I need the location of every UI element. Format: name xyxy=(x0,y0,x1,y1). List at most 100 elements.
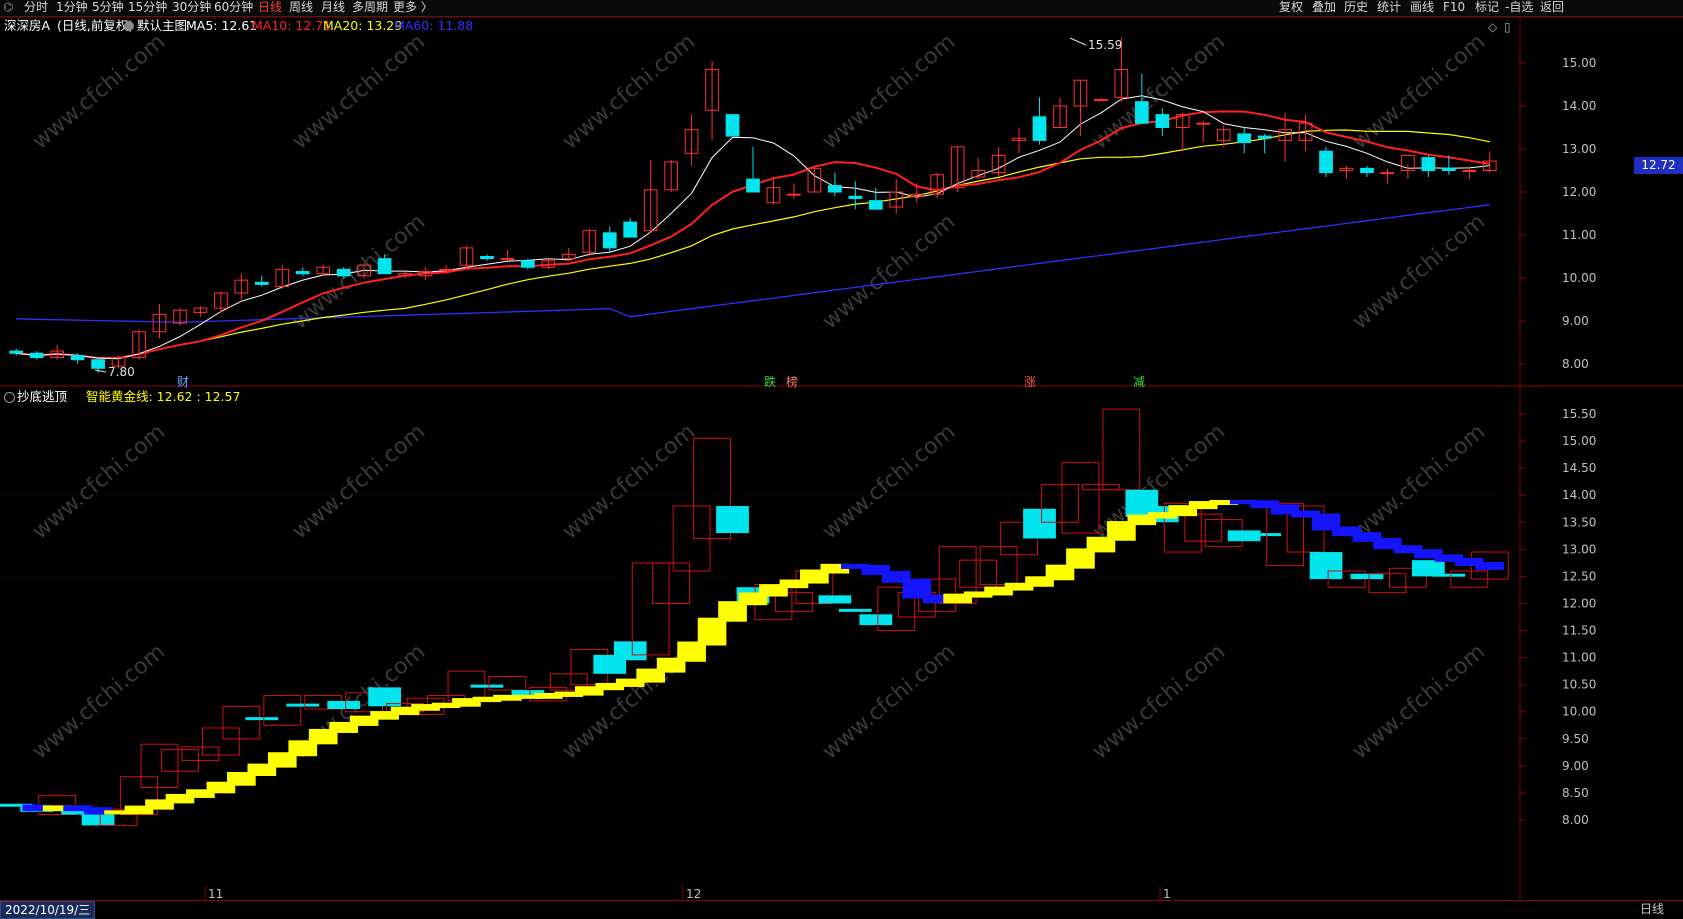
candle-body xyxy=(480,256,494,260)
main-axis-tick-label: 14.00 xyxy=(1562,99,1596,113)
watermark-text: www.cfchi.com xyxy=(818,419,960,544)
candle-body xyxy=(1155,114,1170,128)
sub-cyan-box xyxy=(1350,573,1384,580)
candle-body xyxy=(1196,122,1211,125)
watermark-text: www.cfchi.com xyxy=(288,419,430,544)
low-price-label: 7.80 xyxy=(108,365,135,379)
main-axis-tick-label: 15.00 xyxy=(1562,56,1596,70)
candle-body xyxy=(254,281,269,285)
watermark-text: www.cfchi.com xyxy=(558,419,700,544)
chart-canvas[interactable]: 15.00 14.00 13.00 12.00 11.00 10.00 9.00 8.00 15… xyxy=(0,0,1683,900)
candle-body xyxy=(746,178,760,193)
candle-body xyxy=(623,221,638,238)
candle-body xyxy=(9,350,24,354)
golden-line-segment xyxy=(1475,561,1505,570)
sub-axis-tick-label: 13.50 xyxy=(1562,515,1596,529)
sub-cyan-box xyxy=(1023,508,1056,539)
watermark-text: www.cfchi.com xyxy=(1348,419,1490,544)
sub-cyan-box xyxy=(286,703,320,707)
main-axis-tick-label: 8.00 xyxy=(1562,357,1589,371)
event-marker: 榜 xyxy=(786,374,798,389)
sub-axis-tick-label: 10.00 xyxy=(1562,705,1596,719)
watermark-text: www.cfchi.com xyxy=(1348,639,1490,764)
candle-body xyxy=(1237,133,1252,144)
candle-body xyxy=(1421,157,1436,172)
sub-axis-tick-label: 14.00 xyxy=(1562,488,1596,502)
sub-cyan-box xyxy=(81,814,115,826)
ma5-line xyxy=(16,95,1490,360)
sub-axis-tick-label: 12.00 xyxy=(1562,596,1596,610)
sub-cyan-box xyxy=(1309,552,1343,580)
watermark-text: www.cfchi.com xyxy=(558,29,700,154)
candle-body xyxy=(868,200,883,210)
low-pointer xyxy=(94,369,107,373)
sub-red-box xyxy=(1102,408,1141,491)
sub-red-box xyxy=(631,562,670,656)
candle-body xyxy=(725,114,740,137)
sub-cyan-box xyxy=(613,641,647,661)
candle-body xyxy=(377,258,392,275)
date-cursor-label: 2022/10/19/三 xyxy=(0,901,96,919)
watermark-text: www.cfchi.com xyxy=(28,639,170,764)
sub-cyan-box xyxy=(1248,533,1282,537)
candle-body xyxy=(1032,116,1047,141)
sub-red-box xyxy=(488,676,527,691)
ma60-line xyxy=(16,204,1490,323)
candle-body xyxy=(336,268,351,277)
candle-body xyxy=(1094,99,1108,102)
high-price-label: 15.59 xyxy=(1088,38,1122,52)
candle-body xyxy=(787,193,801,196)
month-label: 11 xyxy=(208,887,223,900)
sub-red-box xyxy=(652,562,691,604)
sub-cyan-box xyxy=(716,506,749,534)
diamond-icon: ◇ xyxy=(1488,20,1498,34)
watermark-text: www.cfchi.com xyxy=(28,29,170,154)
main-axis-tick-label: 12.00 xyxy=(1562,185,1596,199)
sub-cyan-box xyxy=(859,614,893,626)
watermark-text: www.cfchi.com xyxy=(818,29,960,154)
candle-body xyxy=(1360,167,1374,174)
sub-axis-tick-label: 13.00 xyxy=(1562,542,1596,556)
sub-axis-tick-label: 11.00 xyxy=(1562,651,1596,665)
sub-axis-tick-label: 9.50 xyxy=(1562,732,1589,746)
sub-cyan-box xyxy=(470,684,504,688)
sub-axis-tick-label: 8.00 xyxy=(1562,813,1589,827)
sub-red-box xyxy=(979,546,1018,586)
sub-axis-tick-label: 15.00 xyxy=(1562,434,1596,448)
sub-red-box xyxy=(1184,513,1223,542)
watermark-text: www.cfchi.com xyxy=(28,419,170,544)
watermark-text: www.cfchi.com xyxy=(288,29,430,154)
sub-red-box xyxy=(959,559,998,588)
candle-body xyxy=(828,185,842,193)
watermark-text: www.cfchi.com xyxy=(1348,209,1490,334)
watermark-text: www.cfchi.com xyxy=(1348,29,1490,154)
watermark-text: www.cfchi.com xyxy=(1088,639,1230,764)
sub-cyan-box xyxy=(1432,573,1466,577)
sub-red-box xyxy=(222,705,261,740)
period-label[interactable]: 日线 xyxy=(1640,901,1664,917)
candle-body xyxy=(1441,167,1456,172)
candle-body xyxy=(439,268,453,271)
candle-body xyxy=(848,195,863,199)
event-marker: 减 xyxy=(1133,375,1145,389)
candle-body xyxy=(295,271,310,275)
month-label: 1 xyxy=(1163,887,1171,900)
month-label: 12 xyxy=(686,887,701,900)
sub-red-box xyxy=(181,746,220,761)
candle-body xyxy=(1257,135,1272,139)
main-axis-tick-label: 10.00 xyxy=(1562,271,1596,285)
candle-body xyxy=(521,260,535,268)
candle-body xyxy=(70,354,85,361)
main-axis-tick-label: 13.00 xyxy=(1562,142,1596,156)
sub-axis-tick-label: 15.50 xyxy=(1562,407,1596,421)
sub-cyan-box xyxy=(245,717,279,721)
collapse-icon: ▯ xyxy=(1504,20,1511,34)
sub-red-box xyxy=(263,694,302,726)
sub-axis-tick-label: 11.50 xyxy=(1562,624,1596,638)
main-axis-tick-label: 11.00 xyxy=(1562,228,1596,242)
sub-axis-tick-label: 9.00 xyxy=(1562,759,1589,773)
sub-cyan-box xyxy=(818,595,852,604)
event-marker: 涨 xyxy=(1024,374,1036,389)
event-marker: 财 xyxy=(177,375,189,389)
candle-body xyxy=(1135,101,1149,124)
